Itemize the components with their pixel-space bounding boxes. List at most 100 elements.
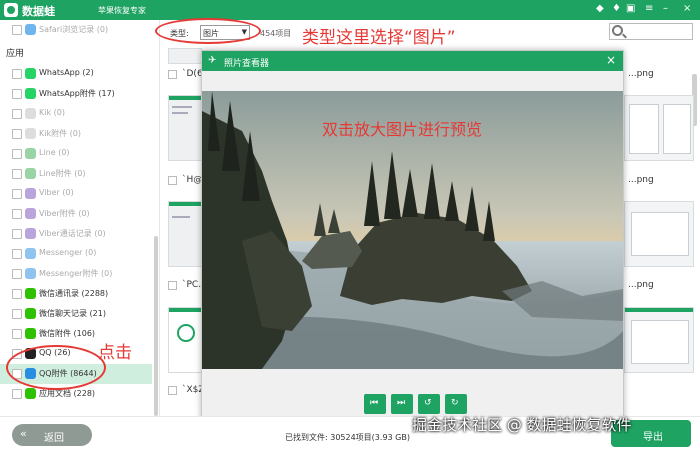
checkbox[interactable] bbox=[12, 209, 22, 219]
menu-icon[interactable]: ≡ bbox=[645, 3, 653, 14]
back-button[interactable]: « 返回 bbox=[12, 424, 92, 446]
sidebar-item-label: Messenger附件 (0) bbox=[39, 269, 113, 278]
section-title-apps: 应用 bbox=[6, 49, 25, 59]
messenger-icon bbox=[25, 268, 36, 279]
checkbox[interactable] bbox=[12, 169, 22, 179]
checkbox[interactable] bbox=[12, 69, 22, 79]
sidebar-item[interactable]: Line附件 (0) bbox=[0, 164, 152, 184]
sidebar-item[interactable]: Viber附件 (0) bbox=[0, 204, 152, 224]
sidebar-item[interactable]: Kik (0) bbox=[0, 104, 152, 124]
sidebar-item[interactable]: Line (0) bbox=[0, 144, 152, 164]
viewer-title: 照片查看器 bbox=[224, 59, 270, 69]
sidebar-item-label: 微信通讯录 (2288) bbox=[39, 289, 109, 298]
checkbox[interactable] bbox=[12, 229, 22, 239]
sidebar-item[interactable]: 微信通讯录 (2288) bbox=[0, 284, 152, 304]
rotate-left-button[interactable]: ↺ bbox=[418, 394, 440, 414]
search-input[interactable] bbox=[609, 23, 693, 40]
shirt-icon[interactable]: ♦ bbox=[612, 3, 621, 14]
file-thumbnail[interactable] bbox=[168, 48, 202, 64]
sidebar-item-label: Viber通话记录 (0) bbox=[39, 229, 106, 238]
file-checkbox[interactable] bbox=[168, 70, 177, 79]
checkbox[interactable] bbox=[12, 149, 22, 159]
last-photo-button[interactable]: ⏭ bbox=[391, 394, 413, 414]
checkbox[interactable] bbox=[12, 129, 22, 139]
close-icon[interactable]: × bbox=[683, 3, 691, 14]
sidebar-item-label: Messenger (0) bbox=[39, 248, 97, 257]
frog-logo-icon bbox=[4, 3, 18, 17]
sidebar-scrollbar[interactable] bbox=[154, 236, 158, 416]
file-checkbox[interactable] bbox=[168, 386, 177, 395]
sidebar-item-label: Line附件 (0) bbox=[39, 169, 86, 178]
annotation-circle-qq bbox=[6, 345, 106, 390]
checkbox[interactable] bbox=[12, 289, 22, 299]
whatsapp-icon bbox=[25, 68, 36, 79]
first-photo-button[interactable]: ⏮ bbox=[364, 394, 386, 414]
first-icon: ⏮ bbox=[370, 398, 379, 408]
viber-icon bbox=[25, 188, 36, 199]
sidebar-item[interactable]: Viber通话记录 (0) bbox=[0, 224, 152, 244]
rotate-right-icon: ↻ bbox=[451, 398, 459, 408]
annotation-type-hint: 类型这里选择“图片” bbox=[302, 28, 456, 48]
search-icon bbox=[612, 25, 623, 36]
file-thumbnail[interactable] bbox=[624, 307, 694, 373]
file-checkbox[interactable] bbox=[168, 176, 177, 185]
viber-icon bbox=[25, 228, 36, 239]
sidebar-item[interactable]: WhatsApp (2) bbox=[0, 64, 152, 84]
minimize-icon[interactable]: – bbox=[663, 3, 668, 14]
viewer-header: ✈ 照片查看器 × bbox=[202, 51, 623, 71]
checkbox[interactable] bbox=[12, 109, 22, 119]
sidebar-item[interactable]: Messenger (0) bbox=[0, 244, 152, 264]
checkbox[interactable] bbox=[12, 329, 22, 339]
title-bar: 数据蛙 苹果恢复专家 ◆ ♦ ▣ ≡ – × bbox=[0, 0, 700, 20]
sidebar-item-label: Viber附件 (0) bbox=[39, 209, 90, 218]
rotate-right-button[interactable]: ↻ bbox=[445, 394, 467, 414]
export-button-label: 导出 bbox=[643, 432, 663, 443]
checkbox[interactable] bbox=[12, 269, 22, 279]
checkbox[interactable] bbox=[12, 89, 22, 99]
checkbox[interactable] bbox=[12, 189, 22, 199]
sidebar-item-label: Viber (0) bbox=[39, 188, 74, 197]
safari-icon bbox=[25, 24, 36, 35]
viewer-close-icon[interactable]: × bbox=[606, 53, 616, 67]
sidebar-item[interactable]: Viber (0) bbox=[0, 184, 152, 204]
file-name: ...png bbox=[628, 280, 654, 290]
annotation-preview-hint: 双击放大图片进行预览 bbox=[322, 120, 483, 139]
file-thumbnail[interactable] bbox=[624, 95, 694, 161]
sidebar-item-label: Kik (0) bbox=[39, 108, 65, 117]
messenger-icon bbox=[25, 248, 36, 259]
line-icon bbox=[25, 168, 36, 179]
last-icon: ⏭ bbox=[397, 398, 406, 408]
annotation-click-hint: 点击 bbox=[98, 343, 132, 363]
plane-icon: ✈ bbox=[208, 55, 217, 66]
app-subtitle: 苹果恢复专家 bbox=[98, 6, 146, 15]
sidebar-item-label: WhatsApp (2) bbox=[39, 68, 94, 77]
sidebar-item[interactable]: Kik附件 (0) bbox=[0, 124, 152, 144]
sidebar-item-label: Safari浏览记录 (0) bbox=[39, 25, 109, 34]
whatsapp-icon bbox=[25, 88, 36, 99]
diamond-icon[interactable]: ◆ bbox=[596, 3, 604, 14]
checkbox[interactable] bbox=[12, 389, 22, 399]
gift-icon[interactable]: ▣ bbox=[626, 3, 635, 14]
file-thumbnail[interactable] bbox=[624, 201, 694, 267]
sidebar-item[interactable]: WhatsApp附件 (17) bbox=[0, 84, 152, 104]
checkbox[interactable] bbox=[12, 309, 22, 319]
sidebar-item[interactable]: 微信聊天记录 (21) bbox=[0, 304, 152, 324]
app-name: 数据蛙 bbox=[22, 5, 55, 18]
sidebar-item[interactable]: Messenger附件 (0) bbox=[0, 264, 152, 284]
document-icon bbox=[25, 388, 36, 399]
kik-icon bbox=[25, 128, 36, 139]
sidebar-item-safari-history[interactable]: Safari浏览记录 (0) bbox=[0, 20, 152, 40]
item-count: 454项目 bbox=[260, 29, 292, 38]
found-status: 已找到文件: 30524项目(3.93 GB) bbox=[285, 433, 410, 442]
file-thumbnail[interactable] bbox=[168, 201, 202, 267]
sidebar-item-label: Kik附件 (0) bbox=[39, 129, 81, 138]
wechat-icon bbox=[25, 328, 36, 339]
file-checkbox[interactable] bbox=[168, 281, 177, 290]
checkbox[interactable] bbox=[12, 25, 22, 35]
viber-icon bbox=[25, 208, 36, 219]
sidebar-item-label: WhatsApp附件 (17) bbox=[39, 89, 115, 98]
sidebar-item-label: 微信附件 (106) bbox=[39, 329, 96, 338]
file-thumbnail[interactable] bbox=[168, 95, 202, 161]
checkbox[interactable] bbox=[12, 249, 22, 259]
file-thumbnail[interactable] bbox=[168, 307, 202, 373]
